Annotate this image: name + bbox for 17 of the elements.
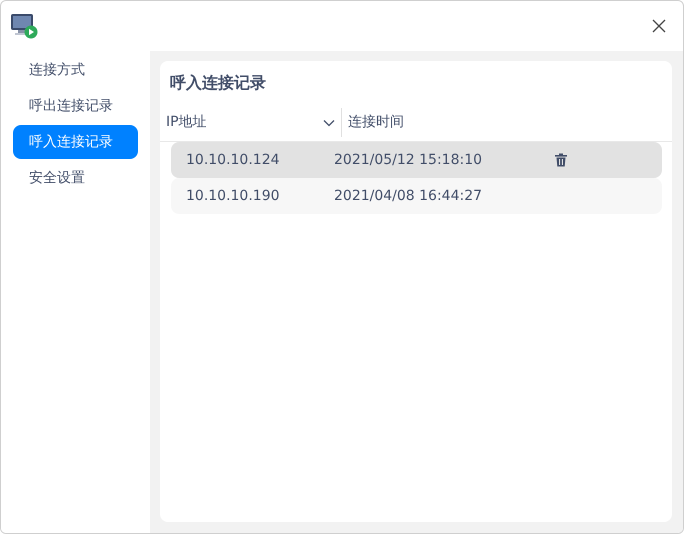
delete-icon[interactable] (554, 153, 568, 168)
table-row[interactable]: 10.10.10.124 2021/05/12 15:18:10 (171, 142, 662, 178)
sidebar-item[interactable]: 呼出连接记录 (13, 89, 138, 123)
column-header[interactable]: IP地址 (166, 112, 207, 134)
ip-address: 10.10.10.190 (185, 186, 281, 206)
ip-address: 10.10.10.124 (185, 150, 281, 170)
panel-title: 呼入连接记录 (169, 72, 267, 94)
close-icon[interactable] (652, 18, 666, 33)
connection-time: 2021/04/08 16:44:27 (334, 186, 484, 206)
app-icon (9, 12, 39, 40)
sidebar-item[interactable]: 连接方式 (13, 53, 138, 87)
sidebar-item[interactable]: 呼入连接记录 (13, 125, 138, 159)
column-header[interactable]: 连接时间 (348, 112, 404, 134)
sidebar-item[interactable]: 安全设置 (13, 161, 138, 195)
sort-caret-icon[interactable] (323, 118, 335, 127)
connection-time: 2021/05/12 15:18:10 (334, 150, 484, 170)
table-row[interactable]: 10.10.10.190 2021/04/08 16:44:27 (171, 178, 662, 214)
